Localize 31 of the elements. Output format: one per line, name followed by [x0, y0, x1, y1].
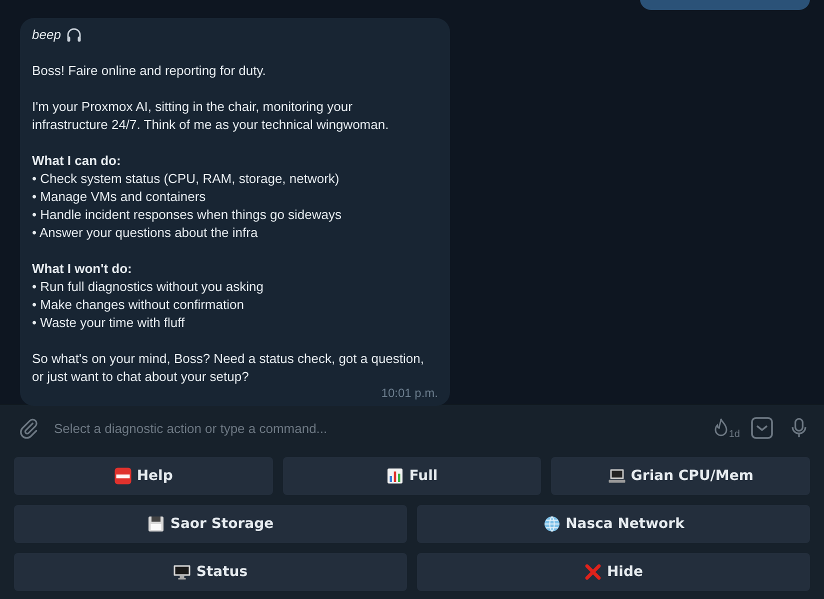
- keyboard-button[interactable]: Status: [14, 553, 407, 591]
- bullet-item: • Manage VMs and containers: [32, 188, 207, 206]
- paperclip-icon[interactable]: [18, 417, 40, 439]
- globe-icon: [542, 515, 561, 533]
- bar-chart-icon: [386, 467, 404, 485]
- keyboard-button[interactable]: Grian CPU/Mem: [551, 457, 810, 495]
- keyboard-button[interactable]: Saor Storage: [14, 505, 407, 543]
- message-input-field[interactable]: Select a diagnostic action or type a command... 1d: [0, 404, 824, 451]
- headphones-icon: [64, 26, 83, 44]
- section-heading: What I can do:: [32, 152, 122, 170]
- keyboard-button[interactable]: Nasca Network: [417, 505, 810, 543]
- laptop-icon: [608, 467, 626, 485]
- keyboard-button[interactable]: Full: [282, 457, 542, 495]
- sender-name: beep: [32, 26, 61, 44]
- timer-label: 1d: [728, 429, 740, 440]
- message-paragraph: I'm your Proxmox AI, sitting in the chair, monitoring your infrastructure 24/7. Think of me as your technical wingwoman.: [32, 98, 390, 134]
- bullet-item: • Handle incident responses when things go sideways: [32, 206, 343, 224]
- message-paragraph: Boss! Faire online and reporting for duty.: [32, 62, 267, 80]
- section-heading: What I won't do:: [32, 260, 133, 278]
- monitor-icon: [173, 563, 192, 581]
- cross-mark-icon: [584, 563, 602, 581]
- bullet-item: • Make changes without confirmation: [32, 296, 245, 314]
- bullet-item: • Answer your questions about the infra: [32, 224, 259, 242]
- message-time: 10:01 p.m.: [380, 386, 438, 400]
- keyboard-button[interactable]: Hide: [417, 553, 810, 591]
- keyboard-toggle-icon[interactable]: [750, 416, 774, 440]
- bullet-item: • Check system status (CPU, RAM, storage, network): [32, 170, 340, 188]
- bullet-item: • Run full diagnostics without you asking: [32, 278, 264, 296]
- bullet-item: • Waste your time with fluff: [32, 314, 186, 332]
- keyboard-button[interactable]: Help: [14, 457, 273, 495]
- message-paragraph: So what's on your mind, Boss? Need a status check, got a question, or just want to chat about your setup?: [32, 350, 425, 386]
